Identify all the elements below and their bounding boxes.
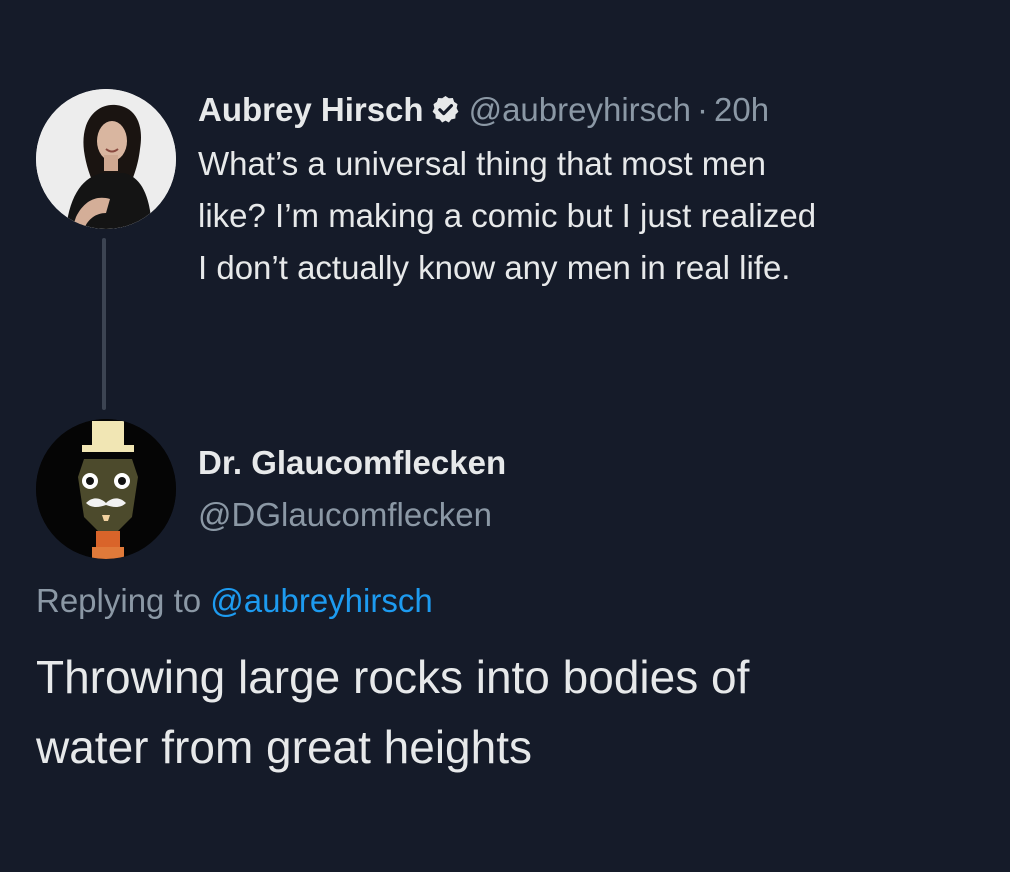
verified-badge-icon [432, 95, 458, 123]
tweet-text-line: I don’t actually know any men in real li… [198, 249, 791, 286]
tweet-author-avatar[interactable] [36, 89, 176, 229]
tweet-author-handle[interactable]: @aubreyhirsch [469, 91, 691, 128]
tweet-text-line: like? I’m making a comic but I just real… [198, 197, 817, 234]
replying-to-link[interactable]: @aubreyhirsch [210, 582, 432, 619]
reply-text: Throwing large rocks into bodies of wate… [36, 642, 986, 782]
reply-text-line: Throwing large rocks into bodies of [36, 651, 750, 703]
reply-author-name[interactable]: Dr. Glaucomflecken [198, 440, 506, 486]
tweet-text-line: What’s a universal thing that most men [198, 145, 766, 182]
thread-connector-line [102, 238, 106, 410]
avatar-cartoon [36, 419, 176, 559]
tweet-author-name[interactable]: Aubrey Hirsch [198, 91, 424, 128]
tweet-separator: · [697, 91, 709, 128]
reply-text-line: water from great heights [36, 721, 533, 773]
reply-author-avatar[interactable] [36, 419, 176, 559]
avatar-photo [36, 89, 176, 229]
tweet-timestamp[interactable]: 20h [714, 91, 769, 128]
replying-to-prefix: Replying to [36, 582, 202, 619]
tweet-text: What’s a universal thing that most men l… [198, 138, 988, 294]
tweet-header: Aubrey Hirsch @aubreyhirsch · 20h [198, 84, 769, 136]
reply-author-handle[interactable]: @DGlaucomflecken [198, 492, 492, 538]
replying-to-line: Replying to @aubreyhirsch [36, 578, 433, 624]
